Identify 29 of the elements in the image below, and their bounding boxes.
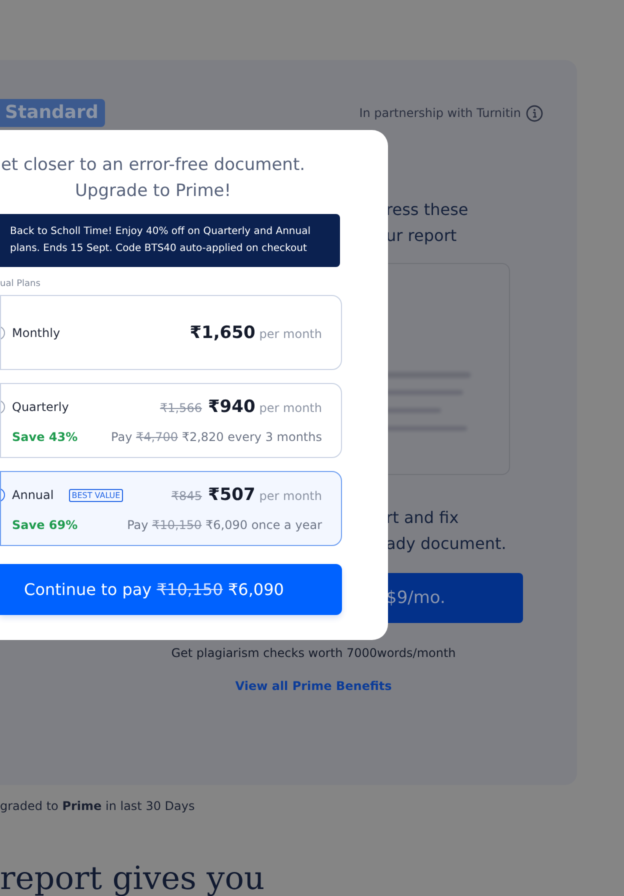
best-value-tag: BEST VALUE bbox=[68, 488, 124, 502]
section-heading: report gives you bbox=[0, 859, 266, 896]
checks-note: Get plagiarism checks worth 7000words/month bbox=[170, 646, 457, 660]
savings-text: Save 43% bbox=[12, 430, 78, 444]
old-price: ₹845 bbox=[171, 489, 202, 503]
plan-price: ₹1,650 bbox=[190, 322, 256, 342]
plan-price: ₹940 bbox=[208, 397, 256, 417]
upgraded-note: graded to Prime in last 30 Days bbox=[0, 799, 196, 813]
price-unit: per month bbox=[259, 326, 322, 340]
plan-name: Annual bbox=[12, 488, 54, 502]
old-price: ₹1,566 bbox=[160, 401, 202, 415]
plans-label: ual Plans bbox=[0, 279, 42, 289]
modal-title: Upgrade to Prime! bbox=[74, 180, 232, 203]
plan-name: Quarterly bbox=[12, 400, 69, 414]
continue-button[interactable]: Continue to pay ₹10,150 ₹6,090 bbox=[0, 564, 342, 615]
billing-text: Pay ₹4,700 ₹2,820 every 3 months bbox=[111, 430, 322, 444]
info-icon[interactable] bbox=[526, 104, 543, 122]
heading-text: ress these bbox=[386, 199, 470, 221]
savings-text: Save 69% bbox=[12, 518, 78, 532]
modal-title: et closer to an error-free document. bbox=[0, 154, 306, 177]
billing-text: Pay ₹10,150 ₹6,090 once a year bbox=[127, 518, 322, 532]
plan-name: Monthly bbox=[12, 326, 60, 340]
plan-badge: Standard bbox=[0, 99, 106, 127]
heading-text: ady document. bbox=[386, 533, 508, 555]
promo-banner: Back to Scholl Time! Enjoy 40% off on Quarterly and Annual plans. Ends 15 Sept. Code BTS40 auto-applied on checkout bbox=[0, 214, 340, 267]
price-unit: per month bbox=[259, 489, 322, 503]
plan-price: ₹507 bbox=[208, 485, 256, 505]
price-unit: per month bbox=[259, 401, 322, 415]
partnership-text: In partnership with Turnitin bbox=[359, 106, 521, 120]
